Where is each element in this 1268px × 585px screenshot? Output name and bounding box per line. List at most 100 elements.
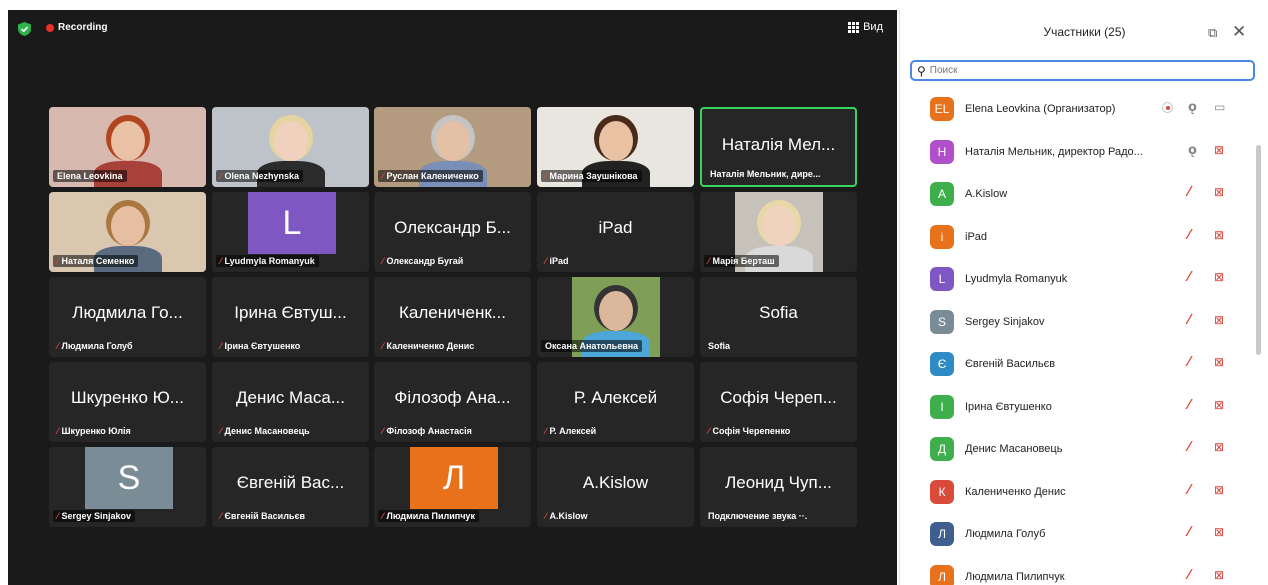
participant-name-tag: ⁄ Олександр Бугай — [378, 255, 467, 267]
participant-tile[interactable]: Оксана Анатольевна — [537, 277, 694, 357]
participant-tile[interactable]: Леонид Чуп... Подключение звука ··. — [700, 447, 857, 527]
mic-muted-icon[interactable]: ⁄ — [1188, 355, 1190, 370]
participant-tile[interactable]: L ⁄ Lyudmyla Romanyuk — [212, 192, 369, 272]
camera-off-icon[interactable]: ⊠ — [1214, 355, 1224, 369]
participant-list-scrollbar[interactable] — [1256, 145, 1261, 355]
camera-off-icon[interactable]: ⊠ — [1214, 483, 1224, 497]
participant-name-tag: ⁄ Денис Масановець — [216, 425, 314, 437]
participant-tile[interactable]: iPad ⁄ iPad — [537, 192, 694, 272]
participant-row[interactable]: S Sergey Sinjakov ⁄ ⊠ — [900, 301, 1252, 344]
avatar: Л — [930, 564, 954, 585]
participant-tile[interactable]: ⁄ Марія Берташ — [700, 192, 857, 272]
mic-muted-icon[interactable]: ⁄ — [1188, 525, 1190, 540]
participant-tile[interactable]: Л ⁄ Людмила Пилипчук — [374, 447, 531, 527]
participant-tile[interactable]: Денис Маса... ⁄ Денис Масановець — [212, 362, 369, 442]
mic-muted-icon[interactable]: ⁄ — [1188, 228, 1190, 243]
camera-off-icon[interactable]: ⊠ — [1214, 185, 1224, 199]
participant-tile[interactable]: Шкуренко Ю... ⁄ Шкуренко Юлія — [49, 362, 206, 442]
participant-name-tag: ⁄ Марина Заушнікова — [541, 170, 642, 182]
participant-tile[interactable]: ⁄ Olena Nezhynska — [212, 107, 369, 187]
participant-name-label: Руслан Калениченко — [386, 171, 479, 181]
avatar: S — [85, 447, 173, 509]
participant-row[interactable]: Н Наталія Мельник, директор Радо... ǫ ⊠ — [900, 131, 1252, 174]
mic-icon[interactable]: ǫ — [1188, 143, 1197, 158]
view-button-label: Вид — [863, 21, 883, 33]
mic-muted-icon: ⁄ — [545, 426, 547, 436]
participant-name-label: Софія Черепенко — [712, 426, 791, 436]
participant-name-tag: ⁄ Марія Берташ — [704, 255, 779, 267]
avatar: EL — [930, 97, 954, 121]
participant-tile[interactable]: ⁄ Наталя Семенко — [49, 192, 206, 272]
participant-row[interactable]: L Lyudmyla Romanyuk ⁄ ⊠ — [900, 258, 1252, 301]
camera-off-icon[interactable]: ⊠ — [1214, 398, 1224, 412]
participant-tile[interactable]: Людмила Го... ⁄ Людмила Голуб — [49, 277, 206, 357]
participant-name: Людмила Пилипчук — [965, 570, 1065, 583]
participant-name-label: Sofia — [708, 341, 731, 351]
avatar: i — [930, 224, 954, 249]
participant-tile[interactable]: Ірина Євтуш... ⁄ Ірина Євтушенко — [212, 277, 369, 357]
participant-row[interactable]: Л Людмила Пилипчук ⁄ ⊠ — [900, 556, 1252, 585]
participant-tile[interactable]: S ⁄ Sergey Sinjakov — [49, 447, 206, 527]
avatar: Н — [930, 139, 954, 164]
camera-off-icon[interactable]: ⊠ — [1214, 313, 1224, 327]
camera-off-icon[interactable]: ⊠ — [1214, 568, 1224, 582]
participant-search[interactable]: ⚲ — [910, 60, 1255, 81]
participant-name: Ірина Євтушенко — [965, 400, 1052, 413]
mic-icon[interactable]: ǫ — [1188, 100, 1197, 115]
participant-row[interactable]: i iPad ⁄ ⊠ — [900, 216, 1252, 259]
camera-icon[interactable]: ▭ — [1214, 100, 1225, 114]
participant-display-name: Денис Маса... — [235, 388, 345, 407]
participant-tile[interactable]: ⁄ Марина Заушнікова — [537, 107, 694, 187]
security-shield-icon[interactable] — [18, 22, 31, 36]
mic-muted-icon: ⁄ — [220, 341, 222, 351]
participant-display-name: Sofia — [759, 303, 798, 322]
participant-tile[interactable]: Elena Leovkina — [49, 107, 206, 187]
avatar: S — [930, 309, 954, 334]
camera-off-icon[interactable]: ⊠ — [1214, 525, 1224, 539]
meeting-top-bar: Recording Вид — [8, 10, 897, 46]
recording-indicator-icon — [1162, 102, 1173, 113]
recording-label[interactable]: Recording — [58, 22, 107, 33]
participant-row[interactable]: EL Elena Leovkina (Организатор) ǫ ▭ — [900, 88, 1252, 131]
camera-off-icon[interactable]: ⊠ — [1214, 440, 1224, 454]
participant-tile[interactable]: Євгеній Вас... ⁄ Євгеній Васильєв — [212, 447, 369, 527]
participant-tile[interactable]: A.Kislow ⁄ A.Kislow — [537, 447, 694, 527]
participant-tile[interactable]: Олександр Б... ⁄ Олександр Бугай — [374, 192, 531, 272]
mic-muted-icon[interactable]: ⁄ — [1188, 483, 1190, 498]
participant-name-tag: ⁄ Людмила Голуб — [53, 340, 137, 352]
mic-muted-icon[interactable]: ⁄ — [1188, 185, 1190, 200]
participant-tile[interactable]: Філозоф Ана... ⁄ Філозоф Анастасія — [374, 362, 531, 442]
camera-off-icon[interactable]: ⊠ — [1214, 143, 1224, 157]
popout-icon[interactable]: ⧉ — [1208, 25, 1217, 41]
participant-row[interactable]: Л Людмила Голуб ⁄ ⊠ — [900, 513, 1252, 556]
participant-row[interactable]: К Калениченко Денис ⁄ ⊠ — [900, 471, 1252, 514]
participant-display-name: Філозоф Ана... — [394, 388, 511, 407]
participant-name: Людмила Голуб — [965, 528, 1046, 540]
participant-tile[interactable]: Калениченк... ⁄ Калениченко Денис — [374, 277, 531, 357]
participant-name-tag: ⁄ Наталя Семенко — [53, 255, 139, 267]
close-icon[interactable]: ✕ — [1232, 22, 1246, 42]
participant-tile[interactable]: Sofia Sofia — [700, 277, 857, 357]
participant-tile[interactable]: ⁄ Руслан Калениченко — [374, 107, 531, 187]
camera-off-icon[interactable]: ⊠ — [1214, 228, 1224, 242]
recording-dot-icon — [46, 24, 54, 32]
participant-row[interactable]: A A.Kislow ⁄ ⊠ — [900, 173, 1252, 216]
participant-display-name: Євгеній Вас... — [236, 473, 345, 492]
mic-muted-icon[interactable]: ⁄ — [1188, 313, 1190, 328]
participant-name-label: Марія Берташ — [712, 256, 775, 266]
camera-off-icon[interactable]: ⊠ — [1214, 270, 1224, 284]
mic-muted-icon[interactable]: ⁄ — [1188, 568, 1190, 583]
participant-display-name: Леонид Чуп... — [725, 473, 832, 492]
participant-tile[interactable]: Наталія Мел... Наталія Мельник, дире... — [700, 107, 857, 187]
search-input[interactable] — [929, 65, 1230, 76]
participant-row[interactable]: І Ірина Євтушенко ⁄ ⊠ — [900, 386, 1252, 429]
participant-name-tag: ⁄ Руслан Калениченко — [378, 170, 483, 182]
mic-muted-icon[interactable]: ⁄ — [1188, 270, 1190, 285]
mic-muted-icon[interactable]: ⁄ — [1188, 398, 1190, 413]
participant-tile[interactable]: Софія Череп... ⁄ Софія Черепенко — [700, 362, 857, 442]
participant-tile[interactable]: Р. Алексей ⁄ Р. Алексей — [537, 362, 694, 442]
view-button[interactable]: Вид — [848, 21, 883, 33]
mic-muted-icon[interactable]: ⁄ — [1188, 440, 1190, 455]
participant-row[interactable]: Д Денис Масановець ⁄ ⊠ — [900, 428, 1252, 471]
participant-row[interactable]: Є Євгеній Васильєв ⁄ ⊠ — [900, 343, 1252, 386]
